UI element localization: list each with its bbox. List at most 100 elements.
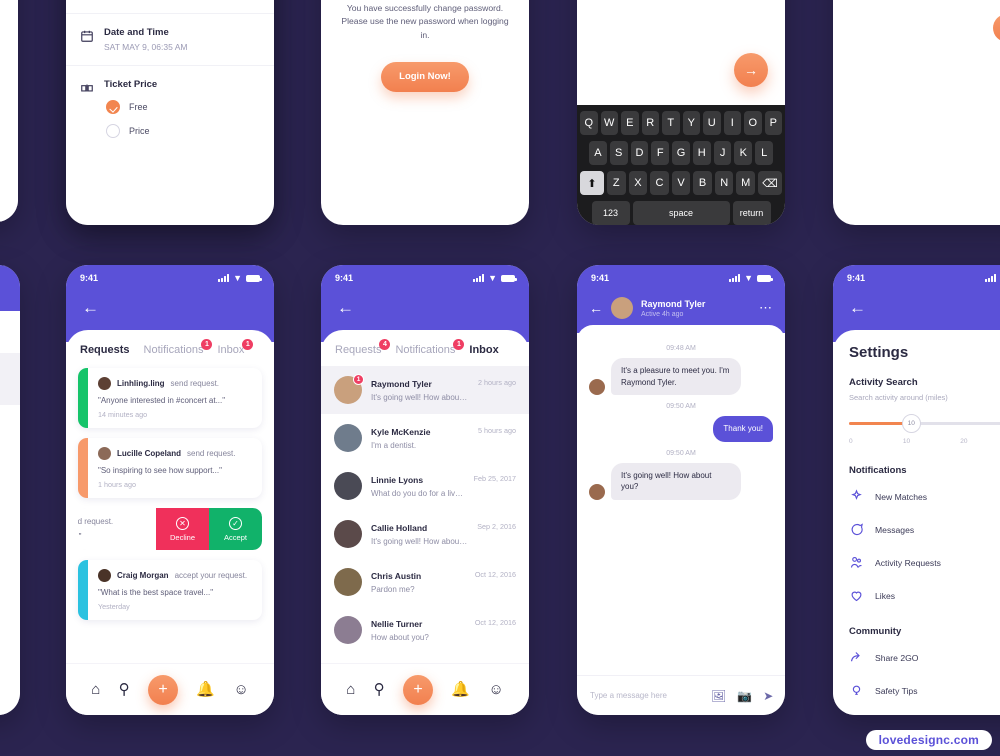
- request-card[interactable]: Craig Morgan accept your request. "What …: [78, 560, 262, 620]
- key-u[interactable]: U: [703, 111, 721, 135]
- camera-icon[interactable]: 📷: [737, 690, 752, 702]
- request-card-swiped[interactable]: ✕ Decline ✓ Accept dler send request.: [78, 508, 262, 550]
- decline-button[interactable]: ✕ Decline: [156, 508, 209, 550]
- key-o[interactable]: O: [744, 111, 762, 135]
- add-button[interactable]: +: [148, 674, 178, 705]
- key-n[interactable]: N: [714, 171, 734, 195]
- key-s[interactable]: S: [609, 141, 628, 165]
- back-arrow-icon[interactable]: ←: [589, 300, 603, 316]
- return-key[interactable]: return: [732, 201, 771, 225]
- tab-inbox[interactable]: Inbox 1: [217, 339, 254, 356]
- radio-unselected-icon[interactable]: [106, 124, 120, 138]
- search-icon[interactable]: ⚲: [119, 682, 130, 697]
- list-item[interactable]: Kyle McKenzie I'm a dentist. 5 hours ago: [321, 414, 529, 462]
- key-d[interactable]: D: [630, 141, 649, 165]
- settings-row[interactable]: Share 2GO: [849, 641, 1000, 674]
- back-arrow-icon[interactable]: ←: [833, 291, 1000, 326]
- distance-slider[interactable]: 10: [849, 414, 1000, 436]
- settings-row[interactable]: Activity Requests: [849, 546, 1000, 579]
- request-card[interactable]: Lucille Copeland send request. "So inspi…: [78, 438, 262, 498]
- key-f[interactable]: F: [651, 141, 670, 165]
- tab-requests[interactable]: Requests: [80, 344, 130, 356]
- bell-icon[interactable]: 🔔: [451, 682, 470, 697]
- more-horizontal-icon[interactable]: ⋯: [759, 300, 773, 316]
- accept-button[interactable]: ✓ Accept: [209, 508, 262, 550]
- key-q[interactable]: Q: [580, 111, 598, 135]
- key-z[interactable]: Z: [607, 171, 626, 195]
- price-option-free[interactable]: Free: [104, 100, 260, 114]
- settings-row[interactable]: Likes: [849, 579, 1000, 612]
- back-arrow-icon[interactable]: ←: [321, 291, 529, 326]
- settings-row[interactable]: New Matches: [849, 480, 1000, 513]
- page-title: Settings: [849, 344, 909, 361]
- avatar: 1: [334, 374, 364, 404]
- key-x[interactable]: X: [628, 171, 648, 195]
- key-w[interactable]: W: [600, 111, 618, 135]
- avatar[interactable]: [611, 297, 633, 319]
- tab-inbox[interactable]: Inbox: [469, 344, 498, 356]
- list-item[interactable]: Chris Austin Pardon me? Oct 12, 2016: [321, 558, 529, 606]
- settings-row[interactable]: Safety Tips: [849, 674, 1000, 707]
- price-option-price[interactable]: Price: [104, 124, 260, 138]
- battery-icon: [757, 274, 773, 282]
- key-p[interactable]: P: [764, 111, 782, 135]
- profile-icon[interactable]: ☺: [488, 682, 503, 697]
- numbers-key[interactable]: 123: [591, 201, 630, 225]
- slider-thumb[interactable]: 10: [901, 414, 921, 433]
- shift-key[interactable]: ⬆: [580, 171, 604, 195]
- request-action: send request.: [187, 449, 236, 458]
- keyboard-row-4: 123 space return: [580, 201, 782, 225]
- key-k[interactable]: K: [734, 141, 753, 165]
- next-button[interactable]: →: [734, 53, 768, 87]
- request-time: Yesterday: [98, 602, 130, 611]
- key-r[interactable]: R: [641, 111, 659, 135]
- radio-selected-icon[interactable]: [106, 100, 120, 114]
- key-g[interactable]: G: [672, 141, 690, 165]
- key-c[interactable]: C: [650, 171, 669, 195]
- avatar: [334, 520, 362, 548]
- login-now-button[interactable]: Login Now!: [381, 61, 469, 92]
- list-item[interactable]: Callie Holland It's going well! How about…: [321, 510, 529, 558]
- settings-label: Messages: [875, 524, 915, 535]
- settings-row[interactable]: Messages: [849, 513, 1000, 546]
- avatar: [98, 377, 111, 390]
- tab-requests[interactable]: Requests 4: [335, 339, 391, 356]
- key-i[interactable]: I: [723, 111, 741, 135]
- space-key[interactable]: space: [632, 201, 730, 225]
- status-time: 9:41: [591, 273, 610, 283]
- home-icon[interactable]: ⌂: [346, 682, 355, 697]
- chat-input-bar: 🖼 📷 ➤: [577, 675, 785, 715]
- add-button[interactable]: +: [403, 674, 433, 705]
- on-screen-keyboard[interactable]: QWERTYUIOP ASDFGHJKL ⬆ ZXCVBNM ⌫ 123 spa…: [577, 105, 785, 225]
- list-item[interactable]: 1 Raymond Tyler It's going well! How about…: [321, 366, 529, 414]
- request-card[interactable]: Linhling.ling send request. "Anyone inte…: [78, 368, 262, 428]
- bell-icon[interactable]: 🔔: [196, 682, 215, 697]
- backspace-key[interactable]: ⌫: [758, 171, 782, 195]
- message-input[interactable]: [590, 691, 700, 700]
- detail-row-datetime[interactable]: Date and Time SAT MAY 9, 06:35 AM: [66, 14, 274, 66]
- key-a[interactable]: A: [588, 141, 607, 165]
- conversation-time: 2 hours ago: [478, 378, 516, 387]
- key-h[interactable]: H: [692, 141, 711, 165]
- list-item[interactable]: Linnie Lyons What do you do for a living?…: [321, 462, 529, 510]
- tab-notifications[interactable]: Notifications 1: [395, 339, 465, 356]
- detail-row-venue[interactable]: Sony Hall 235 W 46th Street, New York 10…: [66, 0, 274, 14]
- key-v[interactable]: V: [671, 171, 691, 195]
- key-e[interactable]: E: [621, 111, 639, 135]
- request-time: 1 hours ago: [98, 480, 136, 489]
- key-b[interactable]: B: [693, 171, 712, 195]
- key-l[interactable]: L: [755, 141, 774, 165]
- back-arrow-icon[interactable]: ←: [66, 291, 274, 326]
- home-icon[interactable]: ⌂: [91, 682, 100, 697]
- key-j[interactable]: J: [713, 141, 732, 165]
- image-icon[interactable]: 🖼: [711, 690, 726, 702]
- search-icon[interactable]: ⚲: [374, 682, 385, 697]
- key-m[interactable]: M: [736, 171, 756, 195]
- list-item[interactable]: Nellie Turner How about you? Oct 12, 2016: [321, 606, 529, 654]
- key-t[interactable]: T: [662, 111, 680, 135]
- send-icon[interactable]: ➤: [763, 690, 773, 702]
- tab-notifications[interactable]: Notifications 1: [144, 339, 213, 356]
- chat-contact-name: Raymond Tyler: [641, 298, 706, 309]
- profile-icon[interactable]: ☺: [233, 682, 248, 697]
- key-y[interactable]: Y: [682, 111, 700, 135]
